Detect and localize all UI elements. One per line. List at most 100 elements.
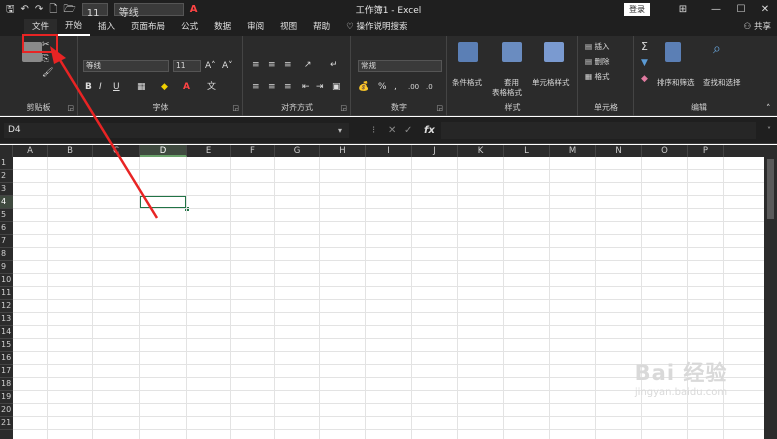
column-header-g[interactable]: G bbox=[275, 145, 320, 157]
format-as-table-label-2[interactable]: 表格格式 bbox=[492, 88, 522, 97]
phonetic-icon[interactable]: 文 bbox=[207, 82, 216, 92]
row-header-1[interactable]: 1 bbox=[0, 157, 13, 170]
row-header-6[interactable]: 6 bbox=[0, 222, 13, 235]
row-header-18[interactable]: 18 bbox=[0, 378, 13, 391]
format-painter-icon[interactable]: 🖌 bbox=[42, 68, 53, 78]
column-header-b[interactable]: B bbox=[48, 145, 93, 157]
column-header-f[interactable]: F bbox=[231, 145, 275, 157]
new-file-icon[interactable]: 🗋 bbox=[49, 0, 57, 19]
percent-button[interactable]: % bbox=[378, 82, 387, 92]
qat-font-size[interactable]: 11 bbox=[81, 3, 108, 19]
tab-formulas[interactable]: 公式 bbox=[173, 19, 206, 36]
row-header-5[interactable]: 5 bbox=[0, 209, 13, 222]
underline-button[interactable]: U bbox=[113, 82, 120, 92]
align-middle-icon[interactable]: ≡ bbox=[268, 60, 276, 70]
row-header-16[interactable]: 16 bbox=[0, 352, 13, 365]
row-header-13[interactable]: 13 bbox=[0, 313, 13, 326]
login-button[interactable]: 登录 bbox=[624, 3, 650, 16]
row-header-4[interactable]: 4 bbox=[0, 196, 13, 209]
orientation-icon[interactable]: ↗ bbox=[304, 60, 312, 70]
share-button[interactable]: ⚇ 共享 bbox=[744, 19, 771, 36]
bold-button[interactable]: B bbox=[85, 82, 92, 92]
column-header-o[interactable]: O bbox=[642, 145, 688, 157]
save-icon[interactable]: 🖫 bbox=[6, 0, 15, 19]
tab-review[interactable]: 审阅 bbox=[239, 19, 272, 36]
column-header-h[interactable]: H bbox=[320, 145, 366, 157]
align-center-icon[interactable]: ≡ bbox=[268, 82, 276, 92]
column-header-e[interactable]: E bbox=[187, 145, 231, 157]
redo-icon[interactable]: ↷ bbox=[35, 0, 43, 19]
column-header-a[interactable]: A bbox=[13, 145, 48, 157]
alignment-launcher-icon[interactable]: ◲ bbox=[340, 104, 347, 112]
conditional-format-label[interactable]: 条件格式 bbox=[452, 78, 482, 87]
clear-icon[interactable]: ◆ bbox=[641, 74, 648, 84]
wrap-text-icon[interactable]: ↵ bbox=[330, 60, 338, 70]
decrease-indent-icon[interactable]: ⇤ bbox=[302, 82, 310, 92]
row-header-2[interactable]: 2 bbox=[0, 170, 13, 183]
font-size-select[interactable]: 11 bbox=[173, 60, 201, 72]
cell-styles-label[interactable]: 单元格样式 bbox=[532, 78, 570, 87]
tab-page-layout[interactable]: 页面布局 bbox=[123, 19, 173, 36]
increase-indent-icon[interactable]: ⇥ bbox=[316, 82, 324, 92]
tab-insert[interactable]: 插入 bbox=[90, 19, 123, 36]
fill-icon[interactable]: ▼ bbox=[641, 58, 648, 68]
font-name-select[interactable]: 等线 bbox=[83, 60, 169, 72]
number-format-select[interactable]: 常规 bbox=[358, 60, 442, 72]
tab-view[interactable]: 视图 bbox=[272, 19, 305, 36]
italic-button[interactable]: I bbox=[99, 82, 102, 92]
autosum-icon[interactable]: Σ bbox=[641, 41, 648, 52]
border-icon[interactable]: ▦ bbox=[137, 82, 146, 92]
font-launcher-icon[interactable]: ◲ bbox=[232, 104, 239, 112]
tab-help[interactable]: 帮助 bbox=[305, 19, 338, 36]
insert-cells-button[interactable]: ▤ 插入 bbox=[585, 42, 609, 51]
collapse-ribbon-icon[interactable]: ˄ bbox=[766, 104, 771, 114]
row-header-17[interactable]: 17 bbox=[0, 365, 13, 378]
row-header-14[interactable]: 14 bbox=[0, 326, 13, 339]
fill-color-icon[interactable]: ◆ bbox=[161, 82, 168, 92]
row-header-3[interactable]: 3 bbox=[0, 183, 13, 196]
select-all-corner[interactable] bbox=[0, 145, 13, 157]
format-cells-button[interactable]: ▦ 格式 bbox=[585, 72, 609, 81]
number-launcher-icon[interactable]: ◲ bbox=[436, 104, 443, 112]
cancel-icon[interactable]: ✕ bbox=[388, 123, 396, 138]
expand-formula-bar-icon[interactable]: ˅ bbox=[767, 123, 771, 138]
qat-font-color[interactable]: A bbox=[190, 0, 198, 19]
formula-bar-splitter-icon[interactable]: ⁝ bbox=[372, 123, 375, 138]
row-header-19[interactable]: 19 bbox=[0, 391, 13, 404]
column-header-n[interactable]: N bbox=[596, 145, 642, 157]
clipboard-launcher-icon[interactable]: ◲ bbox=[67, 104, 74, 112]
conditional-format-icon[interactable] bbox=[458, 42, 478, 62]
undo-icon[interactable]: ↶ bbox=[21, 0, 29, 19]
insert-function-icon[interactable]: fx bbox=[424, 123, 435, 138]
sort-filter-icon[interactable] bbox=[665, 42, 681, 62]
font-color-icon[interactable]: A bbox=[183, 82, 190, 92]
increase-decimal-icon[interactable]: .00 bbox=[408, 82, 419, 92]
column-header-c[interactable]: C bbox=[93, 145, 140, 157]
tab-home[interactable]: 开始 bbox=[57, 19, 91, 36]
column-header-j[interactable]: J bbox=[412, 145, 458, 157]
delete-cells-button[interactable]: ▤ 删除 bbox=[585, 57, 609, 66]
open-file-icon[interactable]: 🗁 bbox=[63, 0, 75, 19]
qat-font-name[interactable]: 等线 bbox=[113, 3, 184, 19]
find-select-label[interactable]: 查找和选择 bbox=[703, 78, 741, 87]
column-header-k[interactable]: K bbox=[458, 145, 504, 157]
column-header-l[interactable]: L bbox=[504, 145, 550, 157]
format-as-table-icon[interactable] bbox=[502, 42, 522, 62]
ribbon-display-icon[interactable]: ⊞ bbox=[668, 0, 698, 19]
row-header-12[interactable]: 12 bbox=[0, 300, 13, 313]
active-cell[interactable] bbox=[139, 195, 187, 209]
column-header-d[interactable]: D bbox=[140, 145, 187, 157]
vertical-scrollbar-thumb[interactable] bbox=[767, 159, 774, 219]
column-header-m[interactable]: M bbox=[550, 145, 596, 157]
row-header-20[interactable]: 20 bbox=[0, 404, 13, 417]
row-header-15[interactable]: 15 bbox=[0, 339, 13, 352]
row-header-21[interactable]: 21 bbox=[0, 417, 13, 430]
merge-center-icon[interactable]: ▣ bbox=[332, 82, 341, 92]
cell-styles-icon[interactable] bbox=[544, 42, 564, 62]
align-bottom-icon[interactable]: ≡ bbox=[284, 60, 292, 70]
tell-me-search[interactable]: ♡ 操作说明搜索 bbox=[338, 19, 415, 36]
align-left-icon[interactable]: ≡ bbox=[252, 82, 260, 92]
currency-icon[interactable]: 💰 bbox=[358, 82, 369, 92]
name-box-dropdown-icon[interactable]: ▾ bbox=[338, 123, 342, 138]
align-top-icon[interactable]: ≡ bbox=[252, 60, 260, 70]
